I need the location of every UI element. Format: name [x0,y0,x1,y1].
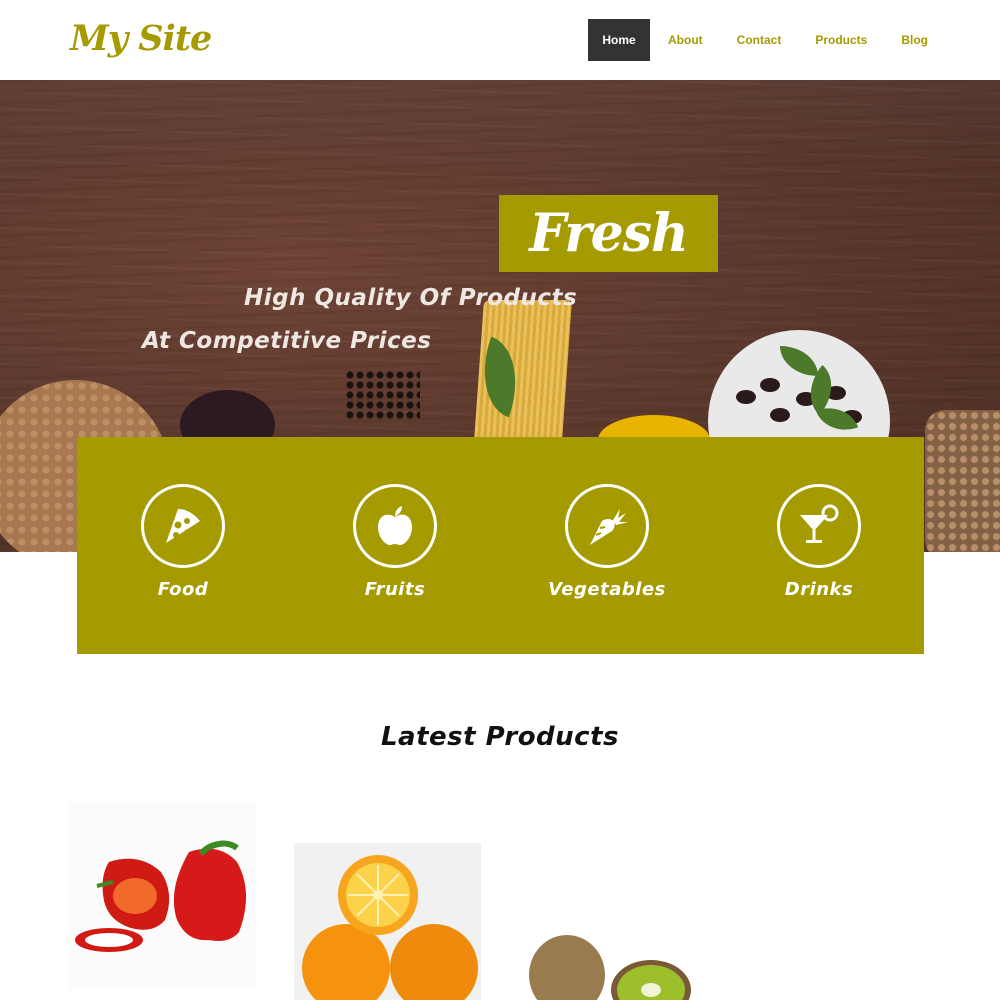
cocktail-icon [777,484,861,568]
red-peppers-image [75,840,247,952]
product-card-peppers[interactable] [69,802,256,989]
hero-badge-text: Fresh [529,203,689,264]
hero-badge: Fresh [499,195,718,272]
apple-icon [353,484,437,568]
category-food-label: Food [157,579,209,600]
latest-products-title: Latest Products [380,722,619,752]
product-card-oranges[interactable] [294,843,481,1000]
nav-products[interactable]: Products [798,19,884,61]
nav-blog[interactable]: Blog [884,19,945,61]
product-card-kiwi[interactable] [519,870,706,1000]
nav-home[interactable]: Home [588,19,650,61]
nav-contact[interactable]: Contact [720,19,799,61]
kiwi-image [529,935,691,1000]
site-logo[interactable]: My Site [70,18,212,59]
main-nav: Home About Contact Products Blog [588,19,945,61]
category-drinks-label: Drinks [784,579,854,600]
oranges-image [302,855,478,1000]
peppercorns-image [345,370,420,420]
hero-tagline-1: High Quality Of Products [244,285,578,311]
site-header: My Site Home About Contact Products Blog [0,0,1000,80]
category-vegetables-label: Vegetables [548,579,666,600]
pizza-icon [141,484,225,568]
category-band: Food Fruits Vegetables Drinks [77,437,924,654]
pasta-jar-image [925,410,1000,552]
hero-tagline-2: At Competitive Prices [142,328,432,354]
category-fruits-label: Fruits [364,579,426,600]
carrot-icon [565,484,649,568]
nav-about[interactable]: About [651,19,720,61]
